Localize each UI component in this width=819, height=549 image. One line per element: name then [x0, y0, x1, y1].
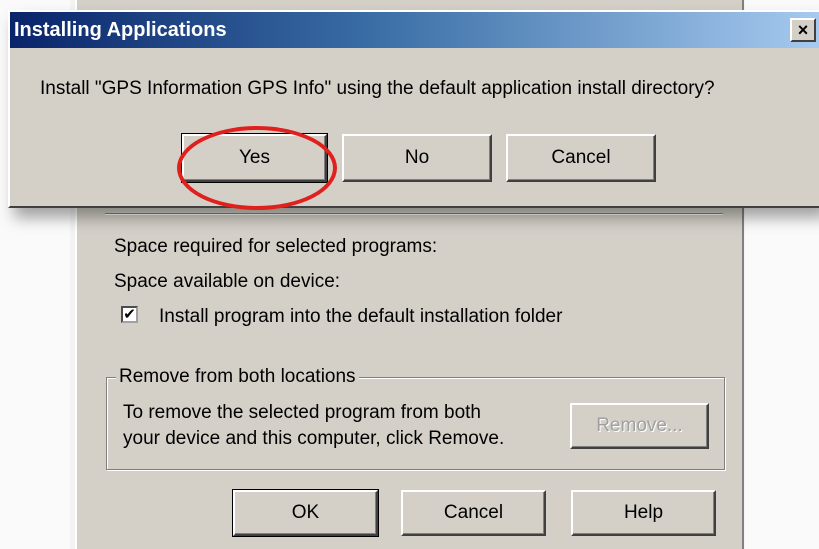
title-bar: Installing Applications × — [10, 12, 819, 48]
space-available-label: Space available on device: — [114, 271, 341, 292]
remove-instructions-line2: your device and this computer, click Rem… — [123, 428, 505, 449]
help-button[interactable]: Help — [571, 490, 716, 536]
separator — [105, 213, 723, 215]
remove-instructions-line1: To remove the selected program from both — [123, 402, 482, 423]
install-prompt-message: Install "GPS Information GPS Info" using… — [40, 78, 715, 99]
cancel-install-button[interactable]: Cancel — [506, 134, 656, 182]
install-default-folder-checkbox[interactable]: ✔ — [121, 306, 138, 323]
installing-applications-dialog: Installing Applications × Install "GPS I… — [8, 10, 819, 210]
remove-button[interactable]: Remove... — [570, 403, 709, 449]
cancel-button[interactable]: Cancel — [401, 490, 546, 536]
no-button[interactable]: No — [342, 134, 492, 182]
close-icon: × — [797, 19, 809, 40]
ok-button[interactable]: OK — [232, 489, 379, 537]
space-required-label: Space required for selected programs: — [114, 236, 438, 257]
yes-button[interactable]: Yes — [181, 133, 328, 183]
install-default-folder-label[interactable]: Install program into the default install… — [159, 306, 562, 328]
close-button[interactable]: × — [790, 18, 816, 42]
checkmark-icon: ✔ — [123, 306, 136, 323]
remove-groupbox-title: Remove from both locations — [116, 366, 359, 388]
dialog-title: Installing Applications — [14, 19, 227, 41]
